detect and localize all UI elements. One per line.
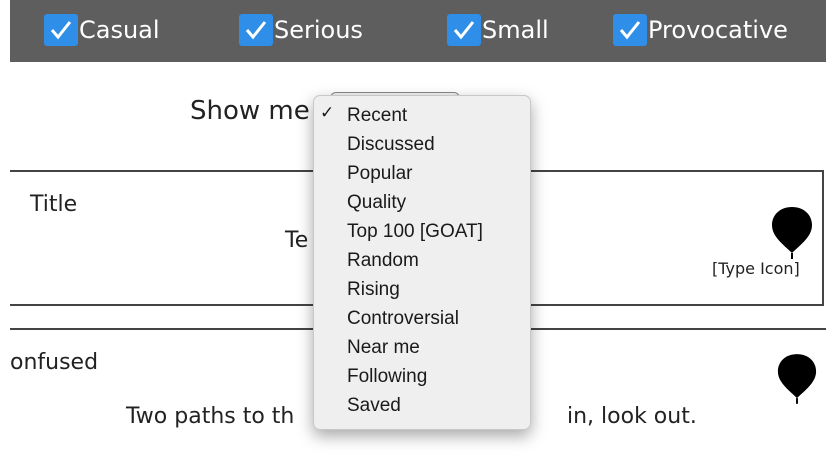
- card-title: Title: [30, 192, 78, 217]
- small-checkbox[interactable]: [447, 14, 481, 46]
- card-body-left: Two paths to th: [126, 404, 295, 429]
- sort-dropdown-menu[interactable]: ✓ Recent Discussed Popular Quality Top 1…: [313, 95, 531, 430]
- checkmark-icon: [453, 21, 475, 40]
- menu-item-random[interactable]: Random: [314, 246, 530, 275]
- provocative-checkbox[interactable]: [613, 14, 647, 46]
- balloon-pin-icon: [777, 354, 817, 404]
- small-label: Small: [482, 16, 549, 44]
- menu-item-controversial[interactable]: Controversial: [314, 304, 530, 333]
- menu-item-recent[interactable]: ✓ Recent: [314, 101, 530, 130]
- provocative-label: Provocative: [648, 16, 788, 44]
- menu-item-near-me[interactable]: Near me: [314, 333, 530, 362]
- serious-checkbox[interactable]: [239, 14, 273, 46]
- menu-item-following[interactable]: Following: [314, 362, 530, 391]
- selected-check-icon: ✓: [320, 103, 335, 122]
- menu-item-top-100[interactable]: Top 100 [GOAT]: [314, 217, 530, 246]
- card-body: Two paths to th in, look out.: [126, 404, 697, 429]
- menu-item-rising[interactable]: Rising: [314, 275, 530, 304]
- type-icon-label: [Type Icon]: [712, 259, 800, 278]
- serious-label: Serious: [274, 16, 363, 44]
- checkmark-icon: [50, 21, 72, 40]
- filter-casual[interactable]: Casual: [44, 13, 160, 47]
- balloon-pin-icon: [772, 207, 812, 259]
- filter-bar: Casual Serious Small Provocative: [10, 0, 826, 62]
- card-title: onfused: [10, 350, 99, 375]
- card-body-right: in, look out.: [567, 404, 697, 429]
- menu-item-popular[interactable]: Popular: [314, 159, 530, 188]
- menu-item-quality[interactable]: Quality: [314, 188, 530, 217]
- show-me-label: Show me: [190, 96, 310, 126]
- casual-checkbox[interactable]: [44, 14, 78, 46]
- checkmark-icon: [619, 21, 641, 40]
- card-text: Te: [285, 228, 309, 253]
- menu-item-saved[interactable]: Saved: [314, 391, 530, 420]
- casual-label: Casual: [79, 16, 160, 44]
- filter-small[interactable]: Small: [447, 13, 549, 47]
- filter-serious[interactable]: Serious: [239, 13, 363, 47]
- checkmark-icon: [245, 21, 267, 40]
- menu-item-discussed[interactable]: Discussed: [314, 130, 530, 159]
- filter-provocative[interactable]: Provocative: [613, 13, 788, 47]
